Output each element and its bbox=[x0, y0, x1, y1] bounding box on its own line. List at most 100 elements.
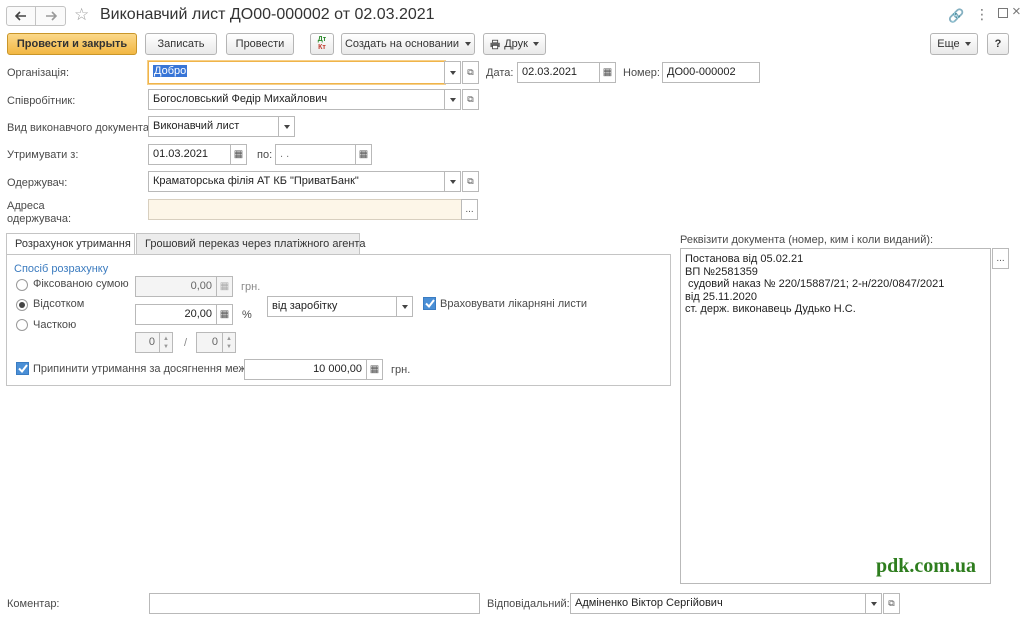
requisites-line: від 25.11.2020 bbox=[685, 290, 757, 303]
withhold-to-calendar[interactable]: ▦ bbox=[355, 144, 372, 165]
sick-leave-label: Враховувати лікарняні листи bbox=[440, 298, 588, 310]
stepper-down-icon: ▼ bbox=[226, 343, 232, 350]
dt-kt-icon: Дт Кт bbox=[317, 36, 327, 51]
more-button[interactable]: Еще bbox=[930, 33, 978, 55]
calendar-icon: ▦ bbox=[358, 149, 369, 160]
organization-open[interactable]: ⧉ bbox=[462, 61, 479, 84]
chevron-down-icon bbox=[533, 42, 539, 46]
stepper-down-icon: ▼ bbox=[163, 343, 169, 350]
restore-window-icon[interactable] bbox=[998, 8, 1008, 18]
requisites-label: Реквізити документа (номер, ким і коли в… bbox=[680, 234, 934, 246]
stop-limit-field[interactable]: 10 000,00 bbox=[244, 359, 367, 380]
printer-icon bbox=[490, 39, 500, 49]
date-label: Дата: bbox=[486, 67, 514, 79]
withhold-from-calendar[interactable]: ▦ bbox=[230, 144, 247, 165]
stop-limit-checkbox[interactable] bbox=[16, 362, 29, 375]
link-icon[interactable]: 🔗 bbox=[948, 8, 964, 24]
recipient-address-field[interactable] bbox=[148, 199, 462, 220]
stepper-up-icon: ▲ bbox=[226, 335, 232, 342]
post-and-close-button[interactable]: Провести и закрыть bbox=[7, 33, 137, 55]
comment-label: Коментар: bbox=[7, 598, 60, 610]
number-field[interactable]: ДО00-000002 bbox=[662, 62, 760, 83]
stop-limit-calc-button[interactable]: ▦ bbox=[366, 359, 383, 380]
chevron-down-icon bbox=[465, 42, 472, 46]
date-field[interactable]: 02.03.2021 bbox=[517, 62, 600, 83]
part-numerator-stepper[interactable]: ▲ ▼ bbox=[159, 332, 173, 353]
recipient-label: Одержувач: bbox=[7, 177, 68, 189]
base-dropdown[interactable] bbox=[396, 296, 413, 317]
part-numerator[interactable]: 0 bbox=[135, 332, 160, 353]
part-radio[interactable] bbox=[16, 319, 28, 331]
recipient-open[interactable]: ⧉ bbox=[462, 171, 479, 192]
comment-field[interactable] bbox=[149, 593, 480, 614]
percent-radio[interactable] bbox=[16, 299, 28, 311]
create-based-on-button[interactable]: Создать на основании bbox=[341, 33, 475, 55]
more-vertical-icon[interactable]: ⋮ bbox=[975, 6, 989, 23]
open-link-icon: ⧉ bbox=[467, 67, 474, 77]
organization-field[interactable]: Добро bbox=[148, 61, 445, 84]
fixed-sum-field[interactable]: 0,00 bbox=[135, 276, 217, 297]
chevron-down-icon bbox=[449, 97, 456, 102]
withhold-from-field[interactable]: 01.03.2021 bbox=[148, 144, 231, 165]
fixed-sum-unit: грн. bbox=[241, 281, 261, 293]
withhold-to-field[interactable]: . . bbox=[275, 144, 356, 165]
help-button[interactable]: ? bbox=[987, 33, 1009, 55]
requisites-textarea[interactable]: Постанова від 05.02.21 ВП №2581359 судов… bbox=[680, 248, 991, 584]
employee-dropdown[interactable] bbox=[444, 89, 461, 110]
chevron-down-icon bbox=[964, 42, 971, 46]
chevron-down-icon bbox=[870, 601, 877, 606]
responsible-field[interactable]: Адміненко Віктор Сергійович bbox=[570, 593, 866, 614]
percent-calc-button[interactable]: ▦ bbox=[216, 304, 233, 325]
back-button[interactable] bbox=[7, 7, 36, 25]
open-link-icon: ⧉ bbox=[467, 94, 474, 104]
doc-type-field[interactable]: Виконавчий лист bbox=[148, 116, 279, 137]
chevron-down-icon bbox=[449, 70, 456, 75]
nav-back-forward bbox=[6, 6, 66, 26]
base-select[interactable]: від заробітку bbox=[267, 296, 397, 317]
print-button[interactable]: Друк bbox=[483, 33, 546, 55]
recipient-address-select[interactable]: ... bbox=[461, 199, 478, 220]
employee-field[interactable]: Богословський Федір Михайлович bbox=[148, 89, 445, 110]
responsible-open[interactable]: ⧉ bbox=[883, 593, 900, 614]
post-button[interactable]: Провести bbox=[226, 33, 294, 55]
responsible-dropdown[interactable] bbox=[865, 593, 882, 614]
sick-leave-checkbox[interactable] bbox=[423, 297, 436, 310]
date-calendar-button[interactable]: ▦ bbox=[599, 62, 616, 83]
fixed-sum-calc-button[interactable]: ▦ bbox=[216, 276, 233, 297]
favorite-star-icon[interactable]: ☆ bbox=[74, 5, 89, 25]
employee-open[interactable]: ⧉ bbox=[462, 89, 479, 110]
open-link-icon: ⧉ bbox=[888, 598, 895, 608]
doc-type-dropdown[interactable] bbox=[278, 116, 295, 137]
close-icon[interactable]: × bbox=[1012, 3, 1021, 20]
part-denominator[interactable]: 0 bbox=[196, 332, 223, 353]
requisites-line: ст. держ. виконавець Дудько Н.С. bbox=[685, 303, 856, 315]
tab-payment-agent[interactable]: Грошовий переказ через платіжного агента bbox=[136, 233, 365, 254]
percent-field[interactable]: 20,00 bbox=[135, 304, 217, 325]
checkmark-icon bbox=[17, 364, 28, 373]
organization-dropdown[interactable] bbox=[444, 61, 461, 84]
part-denominator-stepper[interactable]: ▲ ▼ bbox=[222, 332, 236, 353]
arrow-right-icon bbox=[45, 11, 57, 21]
calculator-icon: ▦ bbox=[219, 309, 230, 320]
window-title: Виконавчий лист ДО00-000002 от 02.03.202… bbox=[100, 6, 435, 23]
forward-button[interactable] bbox=[36, 7, 65, 25]
number-label: Номер: bbox=[623, 67, 660, 79]
tab-calculation[interactable]: Розрахунок утримання bbox=[6, 233, 135, 255]
recipient-dropdown[interactable] bbox=[444, 171, 461, 192]
fixed-sum-radio[interactable] bbox=[16, 279, 28, 291]
percent-label: Відсотком bbox=[33, 298, 85, 310]
calendar-icon: ▦ bbox=[233, 149, 244, 160]
dt-kt-button[interactable]: Дт Кт bbox=[310, 33, 334, 55]
percent-unit: % bbox=[242, 309, 252, 321]
fixed-sum-label: Фіксованою сумою bbox=[33, 278, 129, 290]
arrow-left-icon bbox=[15, 11, 26, 21]
requisites-select[interactable]: ... bbox=[992, 248, 1009, 269]
withhold-from-label: Утримувати з: bbox=[7, 149, 79, 161]
recipient-field[interactable]: Краматорська філія АТ КБ "ПриватБанк" bbox=[148, 171, 445, 192]
chevron-down-icon bbox=[449, 179, 456, 184]
save-button[interactable]: Записать bbox=[145, 33, 217, 55]
stepper-up-icon: ▲ bbox=[163, 335, 169, 342]
part-label: Часткою bbox=[33, 319, 77, 331]
stop-limit-label: Припинити утримання за досягнення межі bbox=[33, 363, 249, 375]
requisites-line: Постанова від 05.02.21 bbox=[685, 253, 804, 265]
